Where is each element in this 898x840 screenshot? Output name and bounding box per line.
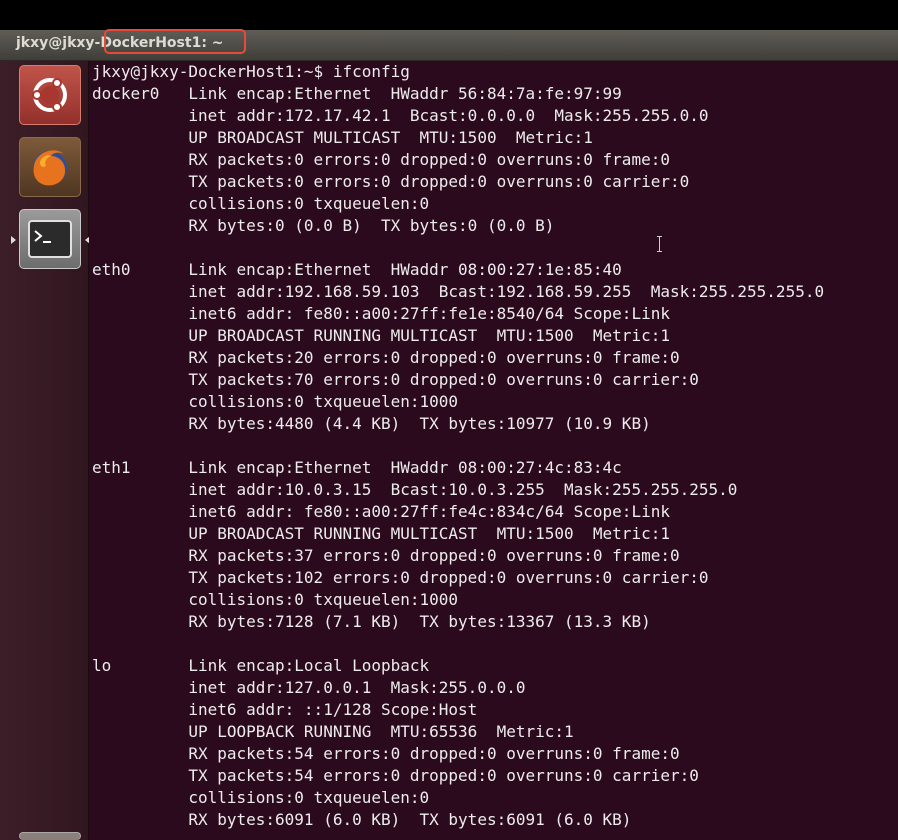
terminal-output: jkxy@jkxy-DockerHost1:~$ ifconfig docker… [92, 61, 824, 831]
screen-top-bar [0, 0, 898, 30]
launcher-item-ubuntu-dash[interactable] [19, 65, 81, 125]
active-app-left-arrow-icon [11, 236, 16, 244]
launcher-item-terminal[interactable] [19, 209, 81, 269]
ibeam-cursor-icon [657, 236, 662, 252]
firefox-icon [20, 138, 80, 196]
launcher-item-partial[interactable] [19, 832, 81, 840]
ifconfig-output: docker0 Link encap:Ethernet HWaddr 56:84… [92, 84, 825, 829]
terminal-icon [20, 210, 80, 268]
terminal-window[interactable]: jkxy@jkxy-DockerHost1:~$ ifconfig docker… [89, 61, 898, 840]
window-title: jkxy@jkxy-DockerHost1: ~ [16, 35, 224, 51]
launcher-item-firefox[interactable] [19, 137, 81, 197]
window-titlebar[interactable]: jkxy@jkxy-DockerHost1: ~ [0, 30, 898, 61]
ubuntu-logo-icon [20, 66, 80, 124]
terminal-prompt-line: jkxy@jkxy-DockerHost1:~$ ifconfig [92, 62, 410, 81]
